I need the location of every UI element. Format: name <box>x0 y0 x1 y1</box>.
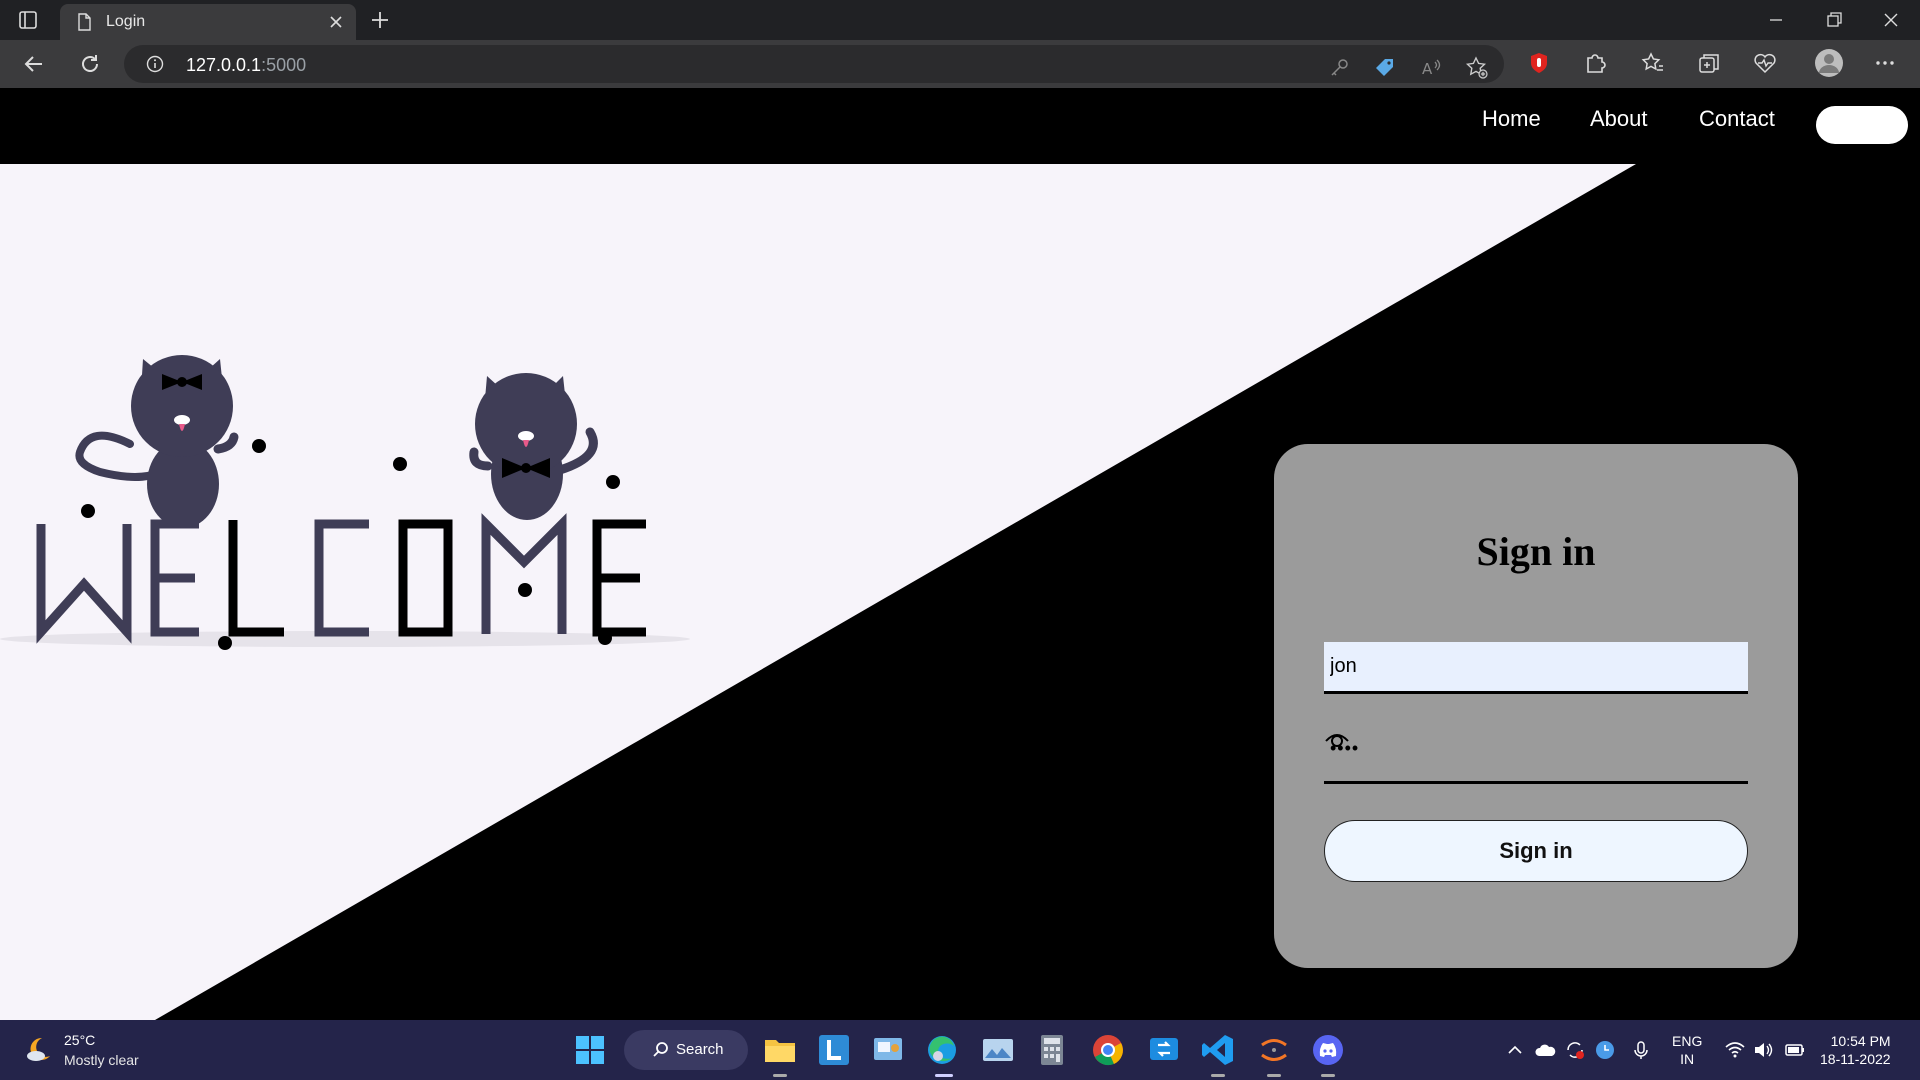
calculator-icon[interactable] <box>1034 1032 1070 1068</box>
control-panel-icon[interactable] <box>870 1032 906 1068</box>
battery-charging-icon[interactable] <box>1784 1039 1806 1061</box>
system-clock[interactable]: 10:54 PM 18-11-2022 <box>1820 1032 1891 1068</box>
input-language-indicator[interactable]: ENG IN <box>1672 1032 1702 1068</box>
weather-moon-cloud-icon[interactable] <box>24 1034 54 1064</box>
refresh-icon[interactable] <box>76 50 104 78</box>
site-info-icon[interactable] <box>146 55 164 73</box>
vscode-icon[interactable] <box>1200 1032 1236 1068</box>
document-icon <box>78 13 91 31</box>
profile-avatar-icon[interactable] <box>1814 48 1844 78</box>
login-title: Sign in <box>1476 529 1596 574</box>
volume-icon[interactable] <box>1752 1039 1774 1061</box>
url-port: :5000 <box>261 55 307 75</box>
tab-actions-icon[interactable] <box>14 8 42 32</box>
close-tab-icon[interactable] <box>326 12 346 32</box>
extensions-puzzle-icon[interactable] <box>1582 50 1608 76</box>
weather-description: Mostly clear <box>64 1052 139 1068</box>
hero-section: Sign in •••• Sign in <box>0 164 1920 1020</box>
search-label: Search <box>676 1041 724 1058</box>
url-text: 127.0.0.1:5000 <box>186 55 306 76</box>
photos-app-icon[interactable] <box>980 1032 1016 1068</box>
username-input[interactable] <box>1324 642 1748 694</box>
minimize-window-icon[interactable] <box>1752 6 1798 34</box>
password-input[interactable]: •••• <box>1324 728 1748 784</box>
sign-in-submit-button[interactable]: Sign in <box>1324 820 1748 882</box>
microphone-icon[interactable] <box>1630 1039 1652 1061</box>
more-options-icon[interactable] <box>1872 50 1898 76</box>
chrome-browser-icon[interactable] <box>1090 1032 1126 1068</box>
site-navbar: Home About Contact Sign in <box>0 88 1920 164</box>
show-hidden-icons-chevron-icon[interactable] <box>1504 1039 1526 1061</box>
clock-date: 18-11-2022 <box>1820 1051 1891 1067</box>
windows-start-icon[interactable] <box>572 1032 608 1068</box>
region-code: IN <box>1680 1051 1695 1067</box>
browser-essentials-icon[interactable] <box>1752 50 1778 76</box>
file-explorer-icon[interactable] <box>762 1032 798 1068</box>
password-key-icon[interactable] <box>1326 55 1352 81</box>
taskbar-search-button[interactable]: Search <box>624 1030 748 1070</box>
new-tab-icon[interactable] <box>368 8 392 32</box>
url-host: 127.0.0.1 <box>186 55 262 75</box>
coupon-tag-icon[interactable] <box>1372 55 1398 81</box>
show-password-eye-icon[interactable] <box>1324 728 1350 750</box>
weather-temperature: 25°C <box>64 1032 96 1048</box>
clock-app-tray-icon[interactable] <box>1594 1039 1616 1061</box>
clock-time: 10:54 PM <box>1830 1033 1891 1049</box>
extension-shield-icon[interactable] <box>1526 50 1552 76</box>
nav-about-link[interactable]: About <box>1590 106 1648 132</box>
nav-sign-in-button[interactable]: Sign in <box>1816 106 1908 144</box>
running-indicator <box>1211 1074 1225 1077</box>
address-bar[interactable]: 127.0.0.1:5000 A <box>124 45 1504 83</box>
discord-icon[interactable] <box>1310 1032 1346 1068</box>
restore-window-icon[interactable] <box>1810 6 1856 34</box>
read-aloud-icon[interactable]: A <box>1418 55 1444 81</box>
favorites-icon[interactable] <box>1640 50 1666 76</box>
back-icon[interactable] <box>20 50 48 78</box>
language-code: ENG <box>1672 1033 1703 1049</box>
address-toolbar: 127.0.0.1:5000 A <box>0 40 1920 88</box>
windows-taskbar: 25°C Mostly clear Search ENG IN 10:54 PM… <box>0 1020 1920 1080</box>
login-card: Sign in •••• Sign in <box>1274 444 1798 968</box>
active-app-indicator <box>935 1074 953 1077</box>
tab-title: Login <box>106 13 146 30</box>
wifi-icon[interactable] <box>1724 1039 1746 1061</box>
remote-desktop-icon[interactable] <box>1146 1032 1182 1068</box>
running-indicator <box>1321 1074 1335 1077</box>
svg-text:A: A <box>1422 60 1433 78</box>
collections-icon[interactable] <box>1696 50 1722 76</box>
onedrive-cloud-icon[interactable] <box>1534 1039 1556 1061</box>
search-icon <box>653 1042 668 1057</box>
running-indicator <box>1267 1074 1281 1077</box>
running-indicator <box>773 1074 787 1077</box>
sync-status-icon[interactable] <box>1564 1039 1586 1061</box>
add-favorite-icon[interactable] <box>1464 55 1490 81</box>
active-tab[interactable]: Login <box>60 4 356 40</box>
lens-app-icon[interactable] <box>816 1032 852 1068</box>
nav-home-link[interactable]: Home <box>1482 106 1541 132</box>
edge-browser-icon[interactable] <box>924 1032 960 1068</box>
web-page: Home About Contact Sign in Sign in jon •… <box>0 88 1920 1020</box>
close-window-icon[interactable] <box>1868 6 1914 34</box>
nav-contact-link[interactable]: Contact <box>1699 106 1775 132</box>
jupyter-icon[interactable] <box>1256 1032 1292 1068</box>
browser-tab-bar: Login <box>0 0 1920 40</box>
